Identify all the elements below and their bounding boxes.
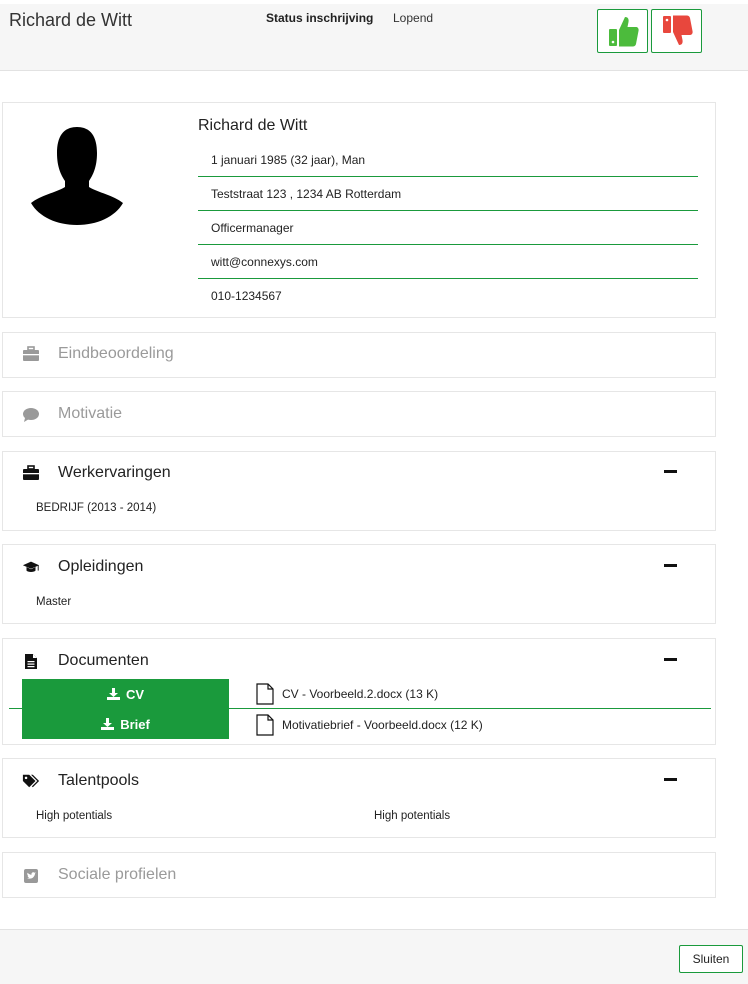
- profile-name: Richard de Witt: [198, 117, 308, 134]
- section-title: Werkervaringen: [58, 464, 171, 481]
- download-cv-button[interactable]: CV: [22, 679, 229, 709]
- section-title: Talentpools: [58, 772, 139, 789]
- education-item: Master: [36, 596, 72, 608]
- collapse-icon[interactable]: [664, 564, 677, 567]
- modal-footer: Sluiten: [0, 929, 748, 984]
- status-value: Lopend: [393, 11, 434, 25]
- document-icon: [22, 652, 40, 670]
- section-opleidingen: Opleidingen Master: [2, 544, 716, 624]
- person-silhouette-icon: [31, 127, 123, 225]
- tags-icon: [22, 772, 40, 790]
- download-icon: [101, 718, 115, 730]
- profile-card: Richard de Witt 1 januari 1985 (32 jaar)…: [2, 102, 716, 318]
- document-file-link[interactable]: Motivatiebrief - Voorbeeld.docx (12 K): [256, 714, 483, 736]
- collapse-icon[interactable]: [664, 470, 677, 473]
- collapse-icon[interactable]: [664, 658, 677, 661]
- download-icon: [106, 688, 120, 700]
- briefcase-icon: [22, 464, 40, 482]
- section-title: Eindbeoordeling: [58, 345, 174, 362]
- document-file-link[interactable]: CV - Voorbeeld.2.docx (13 K): [256, 683, 438, 705]
- modal-header: Richard de Witt Status inschrijving Lope…: [0, 4, 748, 71]
- talentpool-item: High potentials: [36, 810, 113, 822]
- cv-button-label: CV: [125, 686, 145, 702]
- download-brief-button[interactable]: Brief: [22, 709, 229, 739]
- reject-button[interactable]: [651, 9, 702, 53]
- close-button[interactable]: Sluiten: [679, 945, 743, 973]
- approve-button[interactable]: [597, 9, 648, 53]
- section-title: Motivatie: [58, 405, 123, 422]
- speech-bubble-icon: [22, 406, 40, 424]
- brief-button-label: Brief: [120, 716, 150, 732]
- section-motivatie[interactable]: Motivatie: [2, 391, 716, 437]
- file-name: Motivatiebrief - Voorbeeld.docx (12 K): [282, 718, 483, 732]
- file-name: CV - Voorbeeld.2.docx (13 K): [282, 687, 439, 701]
- collapse-icon[interactable]: [664, 778, 677, 781]
- section-eindbeoordeling[interactable]: Eindbeoordeling: [2, 332, 716, 378]
- section-talentpools: Talentpools High potentials High potenti…: [2, 758, 716, 838]
- status-label: Status inschrijving: [266, 11, 374, 25]
- section-documenten: Documenten CV Brief CV - Voorbeeld.2.doc…: [2, 638, 716, 745]
- section-sociale-profielen[interactable]: Sociale profielen: [2, 852, 716, 898]
- briefcase-icon: [22, 345, 40, 363]
- file-icon: [256, 683, 274, 705]
- file-icon: [256, 714, 274, 736]
- phone-info: 010-1234567: [211, 289, 282, 303]
- thumbs-down-icon: [662, 15, 693, 45]
- section-werkervaringen: Werkervaringen BEDRIJF (2013 - 2014): [2, 451, 716, 531]
- birth-info: 1 januari 1985 (32 jaar), Man: [198, 143, 698, 177]
- section-title: Opleidingen: [58, 558, 144, 575]
- twitter-icon: [22, 867, 40, 885]
- candidate-name: Richard de Witt: [9, 10, 133, 30]
- talentpool-item: High potentials: [374, 810, 451, 822]
- thumbs-up-icon: [608, 17, 639, 47]
- graduation-cap-icon: [22, 558, 40, 576]
- section-title: Documenten: [58, 652, 149, 669]
- section-title: Sociale profielen: [58, 866, 177, 883]
- email-info: witt@connexys.com: [198, 245, 698, 279]
- profile-info-list: 1 januari 1985 (32 jaar), Man Teststraat…: [198, 143, 698, 313]
- job-title-info: Officermanager: [198, 211, 698, 245]
- work-experience-item: BEDRIJF (2013 - 2014): [36, 502, 157, 514]
- address-info: Teststraat 123 , 1234 AB Rotterdam: [198, 177, 698, 211]
